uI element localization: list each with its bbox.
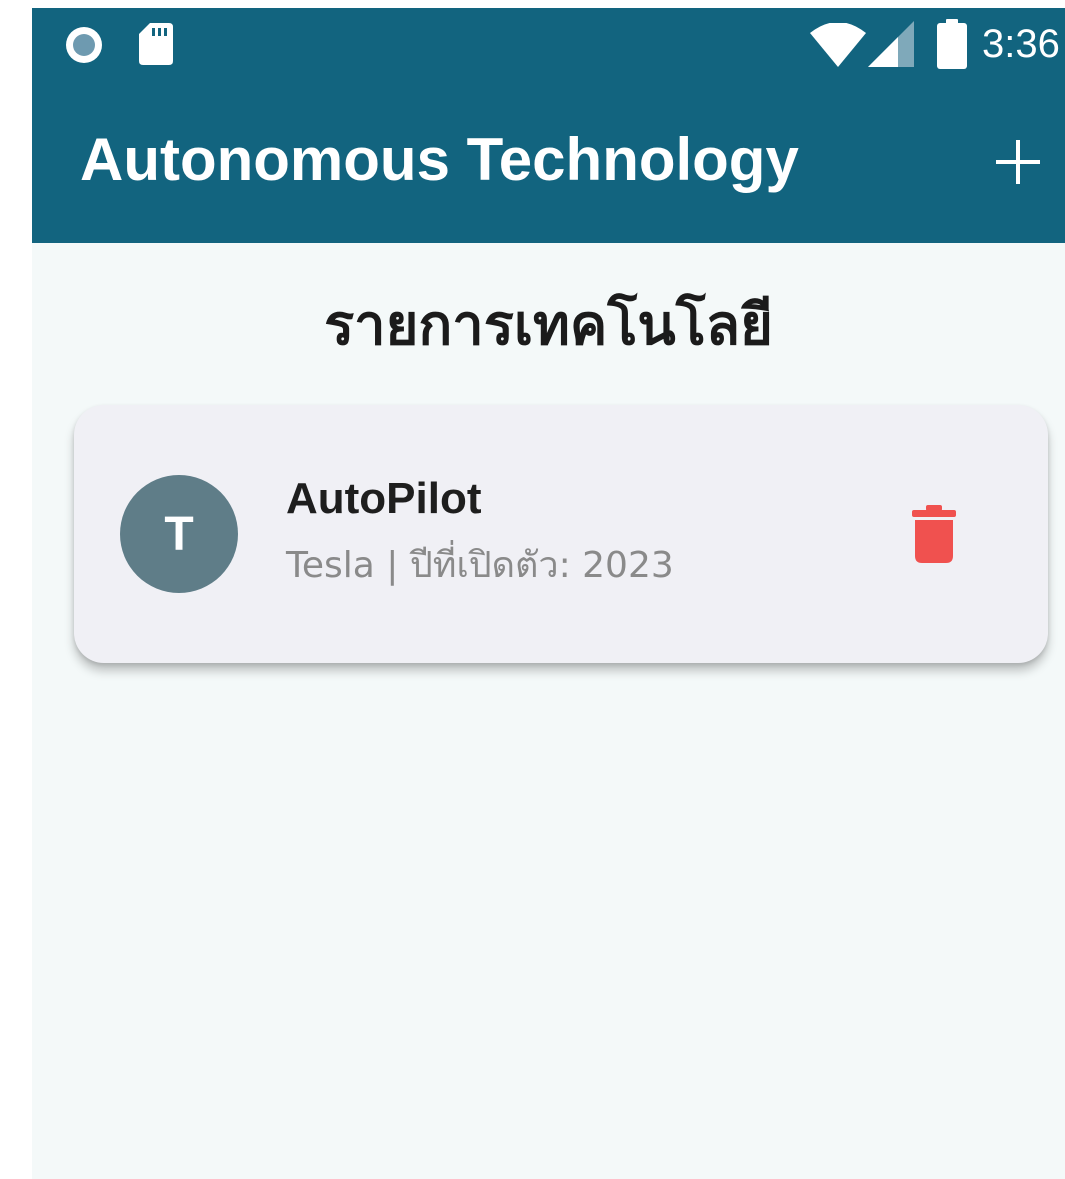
item-subtitle: Tesla | ปีที่เปิดตัว: 2023 — [286, 545, 674, 586]
battery-icon — [937, 19, 967, 69]
item-title: AutoPilot — [286, 474, 482, 523]
status-bar: 3:36 — [32, 8, 1065, 80]
add-button[interactable] — [982, 126, 1054, 198]
app-bar: Autonomous Technology — [32, 80, 1065, 243]
delete-button[interactable] — [894, 489, 974, 579]
status-clock: 3:36 — [982, 22, 1060, 66]
app-screen: 3:36 Autonomous Technology รายการเทคโนโล… — [32, 8, 1065, 1179]
list-item[interactable]: T AutoPilot Tesla | ปีที่เปิดตัว: 2023 — [74, 405, 1048, 663]
record-icon — [66, 27, 102, 63]
signal-icon — [868, 21, 914, 67]
avatar: T — [120, 475, 238, 593]
app-title: Autonomous Technology — [80, 126, 799, 193]
wifi-icon — [810, 23, 866, 67]
trash-icon — [912, 505, 956, 563]
plus-icon — [996, 140, 1040, 184]
page-title: รายการเทคโนโลยี — [324, 293, 773, 358]
sd-card-icon — [139, 23, 173, 65]
